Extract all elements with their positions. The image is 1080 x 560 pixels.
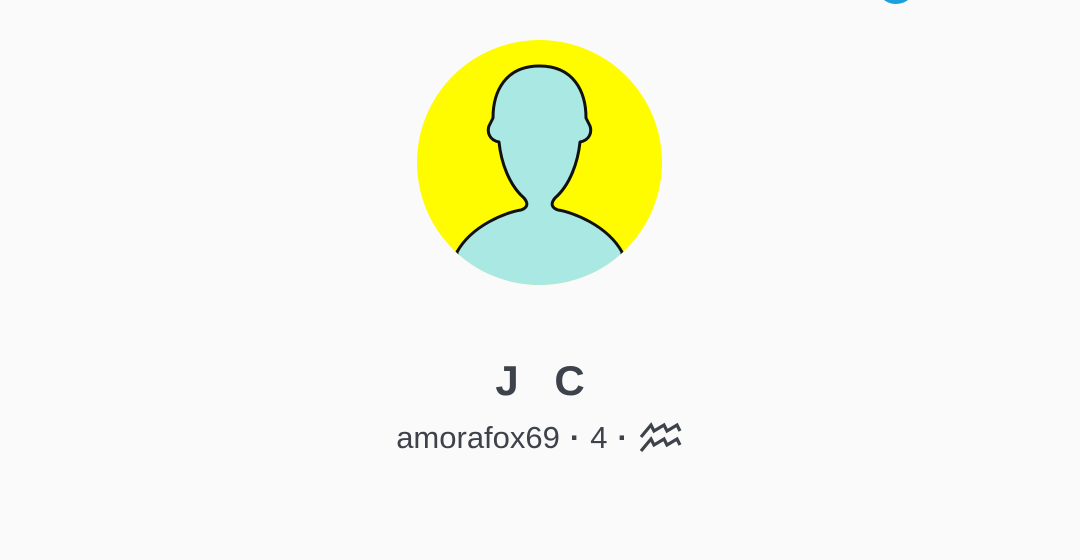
profile-avatar[interactable] xyxy=(417,40,662,285)
aquarius-icon[interactable] xyxy=(638,421,684,455)
snap-score[interactable]: 4 xyxy=(590,418,607,458)
default-avatar-icon xyxy=(455,64,624,285)
separator-dot: · xyxy=(569,420,581,455)
display-name: J C xyxy=(495,357,597,404)
profile-page: J C amorafox69 · 4 · xyxy=(0,0,1080,560)
profile-subline: amorafox69 · 4 · xyxy=(0,418,1080,458)
notification-indicator[interactable] xyxy=(874,0,918,4)
separator-dot: · xyxy=(617,420,628,455)
username[interactable]: amorafox69 xyxy=(396,418,560,458)
